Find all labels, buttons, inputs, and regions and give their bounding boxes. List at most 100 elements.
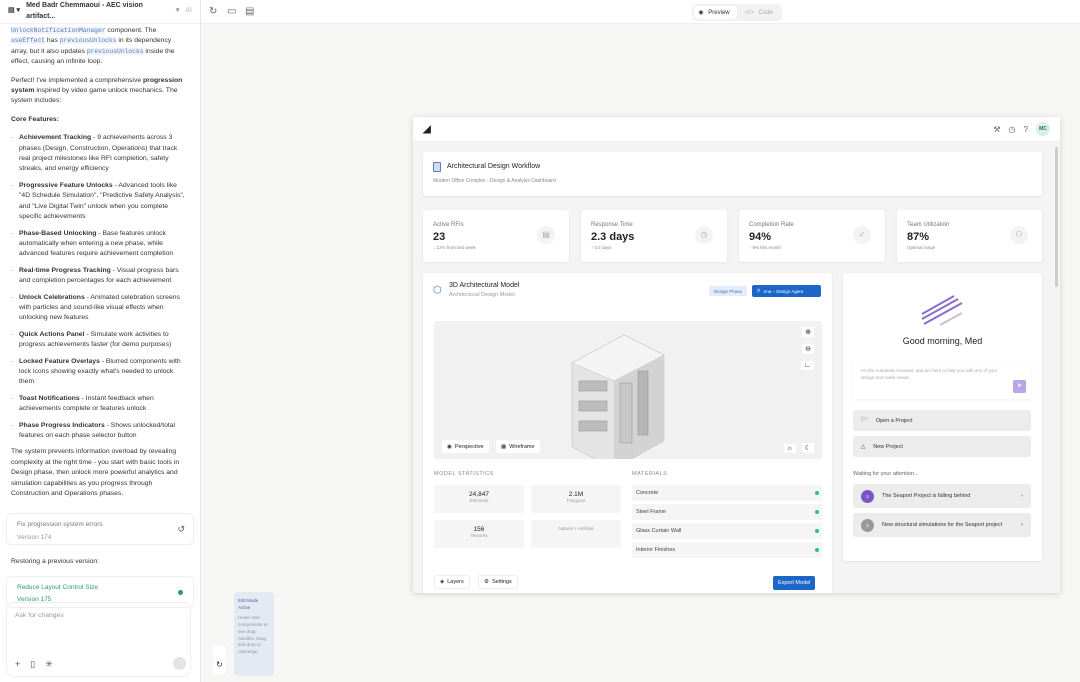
document-icon: ▤ — [537, 226, 555, 244]
canvas-blank-button[interactable] — [213, 646, 226, 658]
zoom-in-icon[interactable]: ⊕ — [802, 327, 814, 337]
restoring-label: Restoring a previous version: — [11, 558, 100, 566]
help-icon[interactable]: ? — [1024, 125, 1028, 134]
model-subtitle: Architectural Design Model — [449, 292, 515, 298]
sparkle-icon[interactable]: ✳ — [45, 659, 53, 669]
building-icon — [433, 162, 441, 172]
reset-icon[interactable]: ↻ — [213, 660, 226, 674]
grid-icon: ▦ — [501, 443, 507, 450]
tab-preview[interactable]: ◉ Preview — [694, 6, 737, 19]
folder-icon: 🗁 — [861, 417, 868, 423]
chat-panel: ▤ ▾ Med Badr Chemmaoui - AEC vision arti… — [0, 0, 201, 682]
assistant-card: Good morning, Med I'm the Autodesk Assis… — [843, 273, 1042, 561]
list-item: Progressive Feature Unlocks - Advanced t… — [11, 181, 189, 223]
attention-item[interactable]: 2 New structural simulations for the Seap… — [853, 513, 1031, 537]
project-subtitle: Modern Office Complex - Design & Analysi… — [433, 178, 556, 184]
active-dot-icon — [178, 589, 183, 595]
feature-list: Achievement Tracking - 9 achievements ac… — [11, 133, 189, 441]
agent-button[interactable]: ⚲ Ana – Design Agent — [752, 285, 821, 297]
ai-badge: AI — [185, 7, 192, 15]
model-card: ⬡ 3D Architectural Model Architectural D… — [423, 273, 832, 593]
check-circle-icon: ✓ — [853, 226, 871, 244]
scrollbar[interactable] — [1055, 147, 1058, 287]
material-item: Glass Curtain Wall — [632, 523, 822, 539]
eye-icon: ◉ — [447, 443, 452, 450]
message-outro: The system prevents information overload… — [11, 448, 180, 498]
open-project-button[interactable]: 🗁 Open a Project — [853, 410, 1031, 431]
assistant-input[interactable]: I'm the Autodesk Assistant, and am here … — [853, 361, 1031, 399]
phase-badge: Design Phase — [709, 286, 748, 296]
chat-messages: UnlockNotificationManager component. The… — [0, 24, 200, 509]
list-item: Achievement Tracking - 9 achievements ac… — [11, 133, 189, 175]
model-title: 3D Architectural Model — [449, 282, 520, 289]
waiting-label: Waiting for your attention... — [853, 471, 919, 477]
kpi-response-time: Response Time 2.3 days ↑ 0.5 days ◷ — [581, 210, 727, 262]
refresh-icon[interactable]: ↻ — [209, 6, 217, 17]
plus-icon[interactable]: + — [15, 659, 20, 669]
model-viewport[interactable]: ⊕ ⊖ ∟ ◉ Perspective ▦ Wireframe ☼ ☾ — [434, 321, 822, 459]
chat-input[interactable]: Ask for changes + ▯ ✳ — [6, 602, 191, 677]
avatar[interactable]: MC — [1036, 122, 1050, 136]
new-project-button[interactable]: △ New Project — [853, 436, 1031, 457]
greeting: Good morning, Med — [902, 336, 983, 346]
sidebar-toggle-icon[interactable]: ▤ ▾ — [8, 6, 20, 16]
chat-title[interactable]: Med Badr Chemmaoui - AEC vision artifact… — [26, 1, 170, 22]
users-icon: ⚇ — [1010, 226, 1028, 244]
list-item: Unlock Celebrations - Animated celebrati… — [11, 293, 189, 324]
clock-icon[interactable]: ◷ — [1009, 125, 1016, 134]
autodesk-assistant-logo — [921, 295, 963, 326]
undo-icon[interactable]: ↺ — [177, 524, 185, 534]
settings-button[interactable]: ⚙ Settings — [478, 575, 518, 589]
message-intro: UnlockNotificationManager component. The… — [11, 27, 175, 66]
attention-item[interactable]: 1 The Seaport Project is falling behind › — [853, 484, 1031, 508]
cube-icon: ⬡ — [433, 285, 442, 296]
assistant-placeholder: I'm the Autodesk Assistant, and am here … — [861, 368, 998, 380]
list-item: Locked Feature Overlays - Blurred compon… — [11, 357, 189, 388]
sun-icon[interactable]: ☼ — [783, 444, 796, 453]
view-toggle: ◉ Preview </> Code — [692, 4, 782, 21]
core-features-heading: Core Features: — [11, 115, 59, 123]
material-item: Interior Finishes — [632, 542, 822, 558]
chevron-right-icon: › — [1021, 493, 1023, 499]
tooltip-body: Hover over components to see drag handle… — [238, 614, 268, 655]
book-icon[interactable]: ▯ — [30, 659, 35, 669]
wrench-icon[interactable]: ⚒ — [993, 125, 1000, 134]
chat-header: ▤ ▾ Med Badr Chemmaoui - AEC vision arti… — [0, 0, 200, 24]
kpi-active-rfis: Active RFIs 23 ↓ 12% from last week ▤ — [423, 210, 569, 262]
stat-lighting: Natural + Artificial — [531, 520, 621, 548]
tooltip-title: Edit Mode Active — [238, 598, 259, 610]
layout-icon[interactable]: ▭ — [227, 6, 236, 17]
top-toolbar: ↻ ▭ ▤ ◉ Preview </> Code — [201, 0, 1080, 24]
autodesk-logo: ◢ — [423, 123, 431, 135]
export-model-button[interactable]: Export Model — [773, 576, 816, 590]
stat-elements: 24,847 Elements — [434, 485, 524, 513]
layers-button[interactable]: ◈ Layers — [434, 575, 470, 589]
message-summary: Perfect! I've implemented a comprehensiv… — [11, 76, 183, 105]
chat-input-placeholder: Ask for changes — [15, 612, 64, 619]
gear-icon: ⚙ — [484, 579, 489, 585]
version-card-174[interactable]: Fix progression system errors Version 17… — [6, 513, 194, 546]
send-button[interactable] — [173, 657, 186, 670]
app-preview-window: ◢ ⚒ ◷ ? MC Architectural Design Workflow… — [413, 117, 1060, 593]
tab-code[interactable]: </> Code — [739, 7, 782, 19]
item-number: 2 — [861, 518, 874, 532]
perspective-button[interactable]: ◉ Perspective — [442, 440, 489, 453]
stat-textures: 156 Textures — [434, 520, 524, 548]
zoom-out-icon[interactable]: ⊖ — [802, 344, 814, 354]
version-number: Version 174 — [17, 533, 52, 541]
list-item: Quick Actions Panel - Simulate work acti… — [11, 330, 189, 351]
chevron-down-icon[interactable]: ▾ — [176, 6, 180, 16]
item-number: 1 — [861, 489, 874, 503]
axis-icon[interactable]: ∟ — [801, 361, 814, 370]
panel-icon[interactable]: ▤ — [245, 6, 254, 17]
send-button[interactable]: ➤ — [1013, 380, 1026, 393]
model-statistics-title: MODEL STATISTICS — [434, 471, 494, 477]
edit-mode-tooltip: Edit Mode Active Hover over components t… — [234, 592, 274, 676]
stat-polygons: 2.1M Polygons — [531, 485, 621, 513]
list-item: Toast Notifications - Instant feedback w… — [11, 394, 189, 415]
app-header: ◢ ⚒ ◷ ? MC — [413, 117, 1060, 142]
moon-icon[interactable]: ☾ — [801, 443, 814, 453]
version-title: Fix progression system errors — [17, 521, 103, 529]
project-header-card: Architectural Design Workflow Modern Off… — [423, 152, 1042, 196]
wireframe-button[interactable]: ▦ Wireframe — [496, 440, 540, 453]
